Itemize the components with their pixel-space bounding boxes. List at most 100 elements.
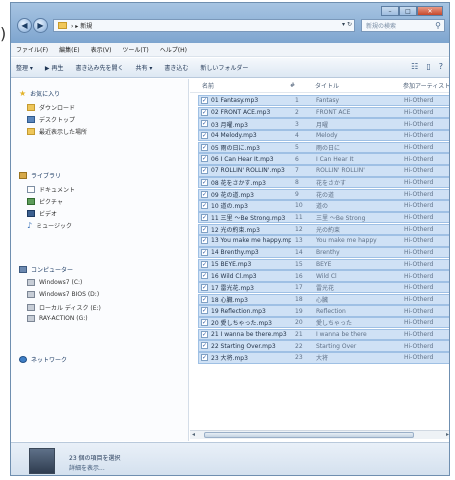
file-row[interactable]: ✓ 01 Fantasy.mp3 1 Fantasy Hi-Otherd (198, 95, 449, 107)
file-row[interactable]: ✓ 10 道の.mp3 10 道の Hi-Otherd (198, 200, 449, 212)
file-row[interactable]: ✓ 16 Wild Cl.mp3 16 Wild Cl Hi-Otherd (198, 270, 449, 282)
track-title: Wild Cl (316, 272, 337, 280)
file-row[interactable]: ✓ 22 Starting Over.mp3 22 Starting Over Hi-O… (198, 340, 449, 352)
menu-view[interactable]: 表示(V) (91, 45, 112, 54)
checkbox[interactable]: ✓ (201, 225, 208, 233)
checkbox[interactable]: ✓ (201, 178, 208, 186)
back-button[interactable]: ◀ (17, 18, 32, 33)
close-button[interactable]: ✕ (417, 6, 443, 16)
checkbox[interactable]: ✓ (201, 120, 208, 128)
checkbox[interactable]: ✓ (201, 342, 208, 350)
track-title: 大将 (316, 355, 329, 363)
file-row[interactable]: ✓ 11 三里 ～Be Strong.mp3 11 三里 ～Be Strong Hi-O… (198, 211, 449, 224)
search-box[interactable]: 新規の検索 ⚲ (361, 19, 445, 32)
file-row[interactable]: ✓ 18 心臓.mp3 18 心臓 Hi-Otherd (198, 293, 449, 306)
file-row[interactable]: ✓ 09 花の道.mp3 9 花の道 Hi-Otherd (198, 188, 449, 200)
nav-item-drive-d[interactable]: Windows7 BIOS (D:) (27, 291, 99, 298)
menu-tools[interactable]: ツール(T) (122, 45, 148, 54)
nav-computer[interactable]: コンピューター (19, 265, 73, 274)
checkbox[interactable]: ✓ (201, 284, 208, 291)
nav-item-desktop[interactable]: デスクトップ (27, 115, 75, 124)
maximize-button[interactable]: □ (399, 6, 417, 16)
share-button[interactable]: 共有 ▾ (135, 63, 152, 72)
checkbox[interactable]: ✓ (201, 248, 208, 256)
checkbox[interactable]: ✓ (201, 167, 208, 175)
preview-pane-icon[interactable]: ▯ (426, 62, 430, 71)
nav-item-drive-e[interactable]: ローカル ディスク (E:) (27, 303, 101, 312)
play-button[interactable]: ▶ 再生 (45, 63, 64, 72)
file-row[interactable]: ✓ 23 大将.mp3 23 大将 Hi-Otherd (198, 352, 449, 364)
checkbox[interactable]: ✓ (201, 143, 208, 151)
left-bracket: ) (0, 24, 7, 43)
file-row[interactable]: ✓ 05 雨の日に.mp3 5 雨の日に Hi-Otherd (198, 141, 449, 154)
nav-item-drive-c[interactable]: Windows7 (C:) (27, 279, 82, 286)
play-all-button[interactable]: 書き込み先を開く (75, 63, 123, 72)
nav-item-pictures[interactable]: ピクチャ (27, 197, 63, 206)
nav-favorites[interactable]: ★ お気に入り (19, 89, 60, 98)
file-row[interactable]: ✓ 14 Brenthy.mp3 14 Brenthy Hi-Otherd (198, 246, 449, 259)
checkbox[interactable]: ✓ (201, 295, 208, 303)
file-row[interactable]: ✓ 07 ROLLIN' ROLLIN'.mp3 7 ROLLIN' ROLLIN' H… (198, 165, 449, 177)
file-row[interactable]: ✓ 03 月曜.mp3 3 月曜 Hi-Otherd (198, 118, 449, 130)
track-title: Fantasy (316, 97, 340, 105)
file-row[interactable]: ✓ 02 FRONT ACE.mp3 2 FRONT ACE Hi-Otherd (198, 106, 449, 119)
checkbox[interactable]: ✓ (201, 330, 208, 338)
file-name: 16 Wild Cl.mp3 (211, 272, 257, 280)
checkbox[interactable]: ✓ (201, 155, 208, 163)
checkbox[interactable]: ✓ (201, 132, 208, 140)
file-row[interactable]: ✓ 06 I Can Hear It.mp3 6 I Can Hear It Hi-Ot… (198, 153, 449, 165)
nav-libraries[interactable]: ライブラリ (19, 171, 61, 180)
file-row[interactable]: ✓ 17 雷光花.mp3 17 雷光花 Hi-Otherd (198, 282, 449, 294)
menu-help[interactable]: ヘルプ(H) (160, 45, 187, 54)
refresh-icon[interactable]: ▾ ↻ (342, 21, 352, 28)
nav-item-videos[interactable]: ビデオ (27, 209, 57, 218)
nav-item-music[interactable]: ♪ ミュージック (27, 221, 72, 230)
nav-item-drive-g[interactable]: RAY-ACTION (G:) (27, 315, 88, 322)
nav-item-recent[interactable]: 最近表示した場所 (27, 127, 87, 136)
checkbox[interactable]: ✓ (201, 272, 208, 280)
checkbox[interactable]: ✓ (201, 190, 208, 198)
view-options-icon[interactable]: ☷ (411, 62, 418, 71)
checkbox[interactable]: ✓ (201, 108, 208, 116)
column-number[interactable]: # (290, 82, 295, 89)
file-row[interactable]: ✓ 19 Reflection.mp3 19 Reflection Hi-Otherd (198, 305, 449, 317)
checkbox[interactable]: ✓ (201, 213, 208, 221)
column-name[interactable]: 名前 (202, 81, 214, 90)
scroll-right-icon[interactable]: ▸ (446, 431, 449, 438)
file-row[interactable]: ✓ 13 You make me happy.mp3 13 You make me h… (198, 235, 449, 247)
checkbox[interactable]: ✓ (201, 260, 208, 268)
checkbox[interactable]: ✓ (201, 307, 208, 315)
file-row[interactable]: ✓ 20 愛しちゃった.mp3 20 愛しちゃった Hi-Otherd (198, 317, 449, 329)
track-artist: Hi-Otherd (404, 249, 434, 257)
forward-button[interactable]: ▶ (33, 18, 48, 33)
checkbox[interactable]: ✓ (201, 354, 208, 362)
checkbox[interactable]: ✓ (201, 237, 208, 245)
menu-file[interactable]: ファイル(F) (16, 45, 48, 54)
file-row[interactable]: ✓ 12 光の約束.mp3 12 光の約束 Hi-Otherd (198, 223, 449, 235)
nav-item-documents[interactable]: ドキュメント (27, 185, 75, 194)
burn-button[interactable]: 書き込む (164, 63, 188, 72)
horizontal-scrollbar[interactable]: ◂ ▸ (190, 430, 449, 439)
address-bar[interactable]: › ▸ 新規 ▾ ↻ (53, 19, 355, 32)
file-row[interactable]: ✓ 15 BEYE.mp3 15 BEYE Hi-Otherd (198, 258, 449, 271)
file-row[interactable]: ✓ 08 花をさかす.mp3 8 花をさかす Hi-Otherd (198, 176, 449, 189)
nav-network[interactable]: ネットワーク (19, 355, 67, 364)
checkbox[interactable]: ✓ (201, 319, 208, 327)
scroll-left-icon[interactable]: ◂ (192, 431, 195, 438)
checkbox[interactable]: ✓ (201, 202, 208, 210)
checkbox[interactable]: ✓ (201, 97, 208, 104)
minimize-button[interactable]: – (381, 6, 399, 16)
organize-button[interactable]: 整理 ▾ (16, 63, 33, 72)
menu-edit[interactable]: 編集(E) (59, 45, 79, 54)
search-icon[interactable]: ⚲ (435, 21, 441, 30)
show-details-link[interactable]: 詳細を表示... (69, 463, 105, 472)
column-title[interactable]: タイトル (315, 81, 339, 90)
help-icon[interactable]: ? (439, 62, 443, 71)
track-number: 3 (295, 120, 299, 128)
file-row[interactable]: ✓ 04 Melody.mp3 4 Melody Hi-Otherd (198, 130, 449, 142)
nav-item-downloads[interactable]: ダウンロード (27, 103, 75, 112)
scrollbar-thumb[interactable] (204, 432, 414, 438)
file-row[interactable]: ✓ 21 I wanna be there.mp3 21 I wanna be the… (198, 328, 449, 341)
column-artist[interactable]: 参加アーティスト (403, 81, 449, 90)
new-folder-button[interactable]: 新しいフォルダー (200, 63, 248, 72)
